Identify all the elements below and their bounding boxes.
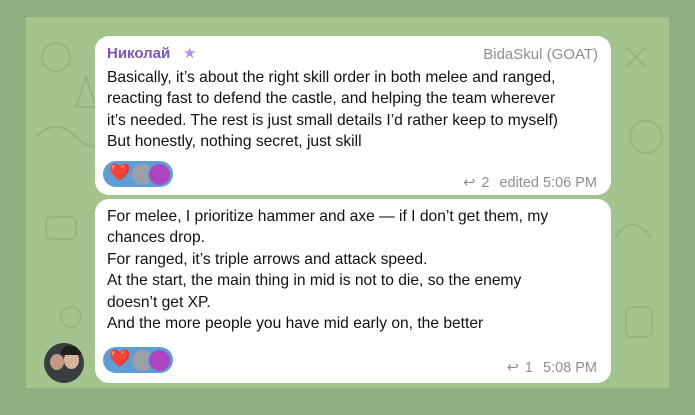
reply-count[interactable]: 1 bbox=[525, 360, 533, 376]
reply-icon[interactable]: ↩ bbox=[463, 175, 475, 191]
message-text: Basically, it’s about the right skill or… bbox=[107, 69, 558, 151]
star-icon: ★ bbox=[183, 45, 197, 62]
message-meta: ↩ 2 edited 5:06 PM bbox=[463, 175, 597, 191]
message-meta: ↩ 1 5:08 PM bbox=[507, 360, 597, 376]
heart-icon: ❤️ bbox=[109, 349, 131, 368]
avatar-face bbox=[50, 354, 64, 370]
reaction-badge[interactable]: ❤️ bbox=[103, 161, 173, 187]
author-role: BidaSkul (GOAT) bbox=[483, 46, 598, 63]
message-bubble-2[interactable]: For melee, I prioritize hammer and axe —… bbox=[95, 199, 611, 383]
message-text: For melee, I prioritize hammer and axe —… bbox=[107, 208, 549, 333]
message-bubble-1[interactable]: Николай ★ BidaSkul (GOAT) Basically, it’… bbox=[95, 36, 611, 195]
message-time: 5:08 PM bbox=[543, 360, 597, 376]
reactor-avatar bbox=[148, 349, 171, 372]
sender-avatar[interactable] bbox=[44, 343, 84, 383]
message-time: edited 5:06 PM bbox=[499, 175, 597, 191]
avatar-hair bbox=[61, 346, 81, 355]
reaction-badge[interactable]: ❤️ bbox=[103, 347, 173, 373]
reply-count[interactable]: 2 bbox=[481, 175, 489, 191]
reply-icon[interactable]: ↩ bbox=[507, 360, 519, 376]
reactor-avatar bbox=[148, 163, 171, 186]
author-name[interactable]: Николай bbox=[107, 45, 170, 62]
heart-icon: ❤️ bbox=[109, 163, 131, 182]
